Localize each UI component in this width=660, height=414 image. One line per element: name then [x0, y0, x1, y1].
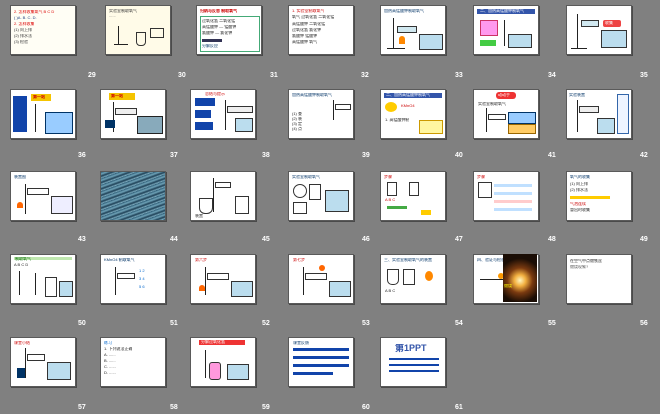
- slide-text: 加热高锰酸钾制取氧气: [384, 9, 424, 13]
- slide-number: 42: [640, 152, 648, 159]
- slide-thumbnail-52[interactable]: 第六步: [190, 254, 256, 304]
- slide-thumbnail-50[interactable]: 制取氧气 A B C D: [10, 254, 76, 304]
- slide-number: 38: [262, 152, 270, 159]
- slide-number: 44: [170, 236, 178, 243]
- slide-text: 分解过氧化氢: [201, 340, 225, 344]
- slide-text: 第六步: [195, 258, 207, 262]
- slide-text: 氧气的收集: [570, 175, 590, 179]
- slide-number: 60: [362, 404, 370, 411]
- slide-thumbnail-56[interactable]: 在空气中点燃铁丝 燃烧现象?: [566, 254, 632, 304]
- slide-text: 三、实验室制取氧气的装置: [384, 258, 432, 262]
- slide-number: 47: [455, 236, 463, 243]
- slide-number: 36: [78, 152, 86, 159]
- slide-thumbnail-40[interactable]: 二、加热高锰酸钾制氧气 KMnO4 1. 高锰酸钾制: [380, 89, 446, 139]
- slide-thumbnail-36[interactable]: 第一站: [10, 89, 76, 139]
- slide-thumbnail-33[interactable]: 加热高锰酸钾制取氧气: [380, 5, 446, 55]
- slide-text: 步骤: [477, 175, 485, 179]
- slide-thumbnail-38[interactable]: 总结与提示: [190, 89, 256, 139]
- slide-text: 实验装置: [569, 93, 585, 97]
- slide-number: 58: [170, 404, 178, 411]
- slide-number: 46: [362, 236, 370, 243]
- slide-thumbnail-49[interactable]: 氧气的收集 (1) 向上排 (2) 排水法 气泡连续 冒出时收集: [566, 171, 632, 221]
- slide-text: 装置图: [14, 175, 26, 179]
- slide-number: 34: [548, 72, 556, 79]
- slide-text: 课堂反馈: [293, 341, 309, 345]
- slide-thumbnail-39[interactable]: 加热高锰酸钾制取氧气 (1) 查 (2) 装 (3) 定 (4) 点: [288, 89, 354, 139]
- slide-text: 2. 怎样收集氧气 B C D: [14, 10, 55, 14]
- slide-text: 收集: [605, 21, 613, 25]
- slide-number: 33: [455, 72, 463, 79]
- slide-number: 37: [170, 152, 178, 159]
- slide-number: 32: [361, 72, 369, 79]
- slide-number: 39: [362, 152, 370, 159]
- slide-thumbnail-43[interactable]: 装置图: [10, 171, 76, 221]
- slide-text: 练习: [104, 341, 112, 345]
- slide-number: 49: [640, 236, 648, 243]
- slide-number: 54: [455, 320, 463, 327]
- slide-thumbnail-60[interactable]: 课堂反馈: [288, 337, 354, 387]
- slide-number: 53: [362, 320, 370, 327]
- slide-thumbnail-57[interactable]: 课堂小结: [10, 337, 76, 387]
- slide-text: 加热高锰酸钾制取氧气: [292, 93, 332, 97]
- slide-text: 第1PPT: [395, 344, 427, 353]
- slide-number: 43: [78, 236, 86, 243]
- slide-text: 二、加热高锰酸钾制氧气: [480, 9, 524, 13]
- slide-thumbnail-59[interactable]: 分解过氧化氢: [190, 337, 256, 387]
- slide-thumbnail-47[interactable]: 步骤 A B C: [380, 171, 446, 221]
- slide-thumbnail-54[interactable]: 三、实验室制取氧气的装置 A B C: [380, 254, 446, 304]
- slide-thumbnail-31[interactable]: 归纳与反思 制取氧气 过氧化氢 二氧化锰 高锰酸钾 — 锰酸钾 氯酸钾 — 氯化…: [196, 5, 262, 55]
- slide-thumbnail-44[interactable]: [100, 171, 166, 221]
- slide-number: 30: [178, 72, 186, 79]
- slide-text: 实验室制取氧气: [109, 9, 137, 13]
- slide-thumbnail-41[interactable]: 动动手 实验室制取氧气: [473, 89, 539, 139]
- slide-text: 第一站: [33, 95, 45, 99]
- slide-number: 55: [548, 320, 556, 327]
- slide-text: 在空气中点燃铁丝: [570, 259, 602, 263]
- slide-thumbnail-37[interactable]: 第一站: [100, 89, 166, 139]
- slide-thumbnail-29[interactable]: 2. 怎样收集氧气 B C D ( )A. B. C. D. 2. 怎样收集 (…: [10, 5, 76, 55]
- slide-thumbnail-42[interactable]: 实验装置: [566, 89, 632, 139]
- slide-number: 41: [548, 152, 556, 159]
- slide-text: KMnO4 制取氧气: [104, 258, 135, 262]
- slide-thumbnail-58[interactable]: 练习 1. 下列说法正确 A. ...... B. ...... C. ....…: [100, 337, 166, 387]
- slide-number: 45: [262, 236, 270, 243]
- slide-text: 装置: [195, 214, 203, 218]
- slide-text: 氧气 过氧化氢 二氧化锰: [292, 15, 335, 19]
- slide-thumbnail-34[interactable]: 二、加热高锰酸钾制氧气: [473, 5, 539, 55]
- slide-number: 51: [170, 320, 178, 327]
- slide-text: 第一站: [111, 94, 123, 98]
- slide-number: 59: [262, 404, 270, 411]
- slide-text: 步骤: [384, 175, 392, 179]
- slide-thumbnail-53[interactable]: 第七步: [288, 254, 354, 304]
- slide-thumbnail-30[interactable]: 实验室制取氧气 ......: [105, 5, 171, 55]
- slide-thumbnail-61[interactable]: 第1PPT: [380, 337, 446, 387]
- slide-text: 实验室制取氧气: [292, 175, 320, 179]
- slide-text: 制取氧气: [15, 257, 31, 261]
- slide-text: 二、加热高锰酸钾制氧气: [386, 93, 430, 97]
- slide-thumbnail-32[interactable]: 1. 实验室制取氧气 氧气 过氧化氢 二氧化锰 高锰酸钾 二氧化锰 过氧化氢 氯…: [288, 5, 354, 55]
- slide-number: 40: [455, 152, 463, 159]
- slide-number: 56: [640, 320, 648, 327]
- slide-text: 动动手: [498, 93, 510, 97]
- slide-thumbnail-48[interactable]: 步骤: [473, 171, 539, 221]
- slide-number: 61: [455, 404, 463, 411]
- slide-number: 29: [88, 72, 96, 79]
- slide-number: 52: [262, 320, 270, 327]
- slide-number: 50: [78, 320, 86, 327]
- slide-thumbnail-46[interactable]: 实验室制取氧气: [288, 171, 354, 221]
- slide-thumbnail-45[interactable]: 装置: [190, 171, 256, 221]
- slide-thumbnail-55-photo[interactable]: 燃烧: [503, 254, 537, 302]
- slide-number: 57: [78, 404, 86, 411]
- slide-text: 归纳与反思 制取氧气: [200, 9, 238, 13]
- slide-text: 课堂小结: [14, 341, 30, 345]
- slide-number: 35: [640, 72, 648, 79]
- slide-number: 31: [270, 72, 278, 79]
- slide-thumbnail-35[interactable]: 收集: [566, 5, 632, 55]
- slide-text: 第七步: [293, 258, 305, 262]
- slide-thumbnail-51[interactable]: KMnO4 制取氧气 1 2 3 4 5 6: [100, 254, 166, 304]
- slide-number: 48: [548, 236, 556, 243]
- slide-text: 总结与提示: [205, 92, 225, 96]
